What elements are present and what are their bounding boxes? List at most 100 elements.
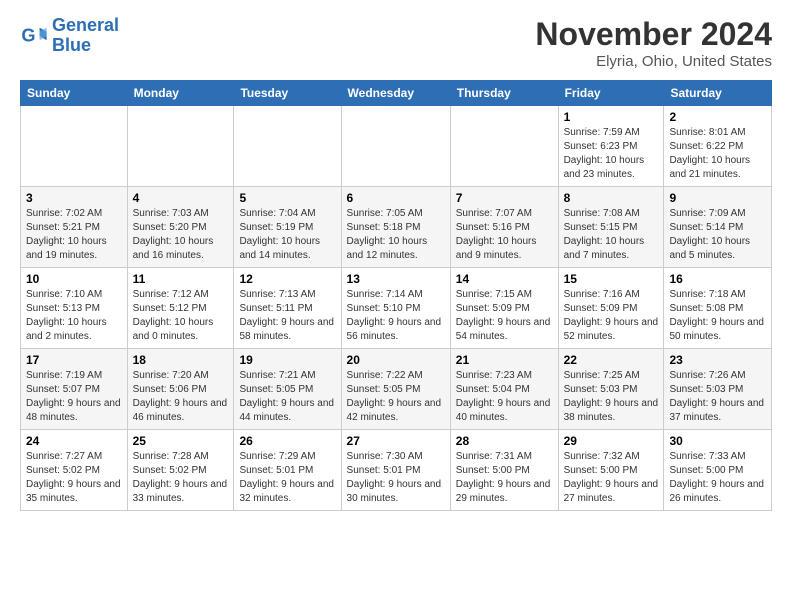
calendar-cell: 11 Sunrise: 7:12 AM Sunset: 5:12 PM Dayli… bbox=[127, 268, 234, 349]
header-monday: Monday bbox=[127, 81, 234, 106]
day-info: Sunrise: 7:10 AM Sunset: 5:13 PM Dayligh… bbox=[26, 288, 122, 344]
day-number: 3 bbox=[26, 191, 122, 205]
calendar-cell: 23 Sunrise: 7:26 AM Sunset: 5:03 PM Dayli… bbox=[664, 349, 772, 430]
day-info: Sunrise: 7:19 AM Sunset: 5:07 PM Dayligh… bbox=[26, 369, 122, 425]
page: G General Blue November 2024 Elyria, Ohi… bbox=[0, 0, 792, 612]
day-info: Sunrise: 7:12 AM Sunset: 5:12 PM Dayligh… bbox=[133, 288, 229, 344]
day-number: 10 bbox=[26, 272, 122, 286]
day-number: 11 bbox=[133, 272, 229, 286]
day-number: 2 bbox=[669, 110, 766, 124]
day-number: 15 bbox=[564, 272, 659, 286]
day-info: Sunrise: 7:04 AM Sunset: 5:19 PM Dayligh… bbox=[239, 207, 335, 263]
calendar-week-2: 10 Sunrise: 7:10 AM Sunset: 5:13 PM Dayli… bbox=[21, 268, 772, 349]
day-number: 9 bbox=[669, 191, 766, 205]
day-info: Sunrise: 7:33 AM Sunset: 5:00 PM Dayligh… bbox=[669, 450, 766, 506]
calendar-cell: 27Sunrise: 7:30 AM Sunset: 5:01 PM Dayli… bbox=[341, 430, 450, 511]
calendar-table: Sunday Monday Tuesday Wednesday Thursday… bbox=[20, 80, 772, 511]
header: G General Blue November 2024 Elyria, Ohi… bbox=[20, 16, 772, 70]
day-number: 20 bbox=[347, 353, 445, 367]
calendar-week-4: 24 Sunrise: 7:27 AM Sunset: 5:02 PM Dayli… bbox=[21, 430, 772, 511]
title-block: November 2024 Elyria, Ohio, United State… bbox=[535, 16, 772, 70]
calendar-cell: 6 Sunrise: 7:05 AM Sunset: 5:18 PM Daylig… bbox=[341, 187, 450, 268]
header-thursday: Thursday bbox=[450, 81, 558, 106]
calendar-cell: 15Sunrise: 7:16 AM Sunset: 5:09 PM Dayli… bbox=[558, 268, 664, 349]
month-title: November 2024 bbox=[535, 16, 772, 53]
calendar-cell: 19 Sunrise: 7:21 AM Sunset: 5:05 PM Dayli… bbox=[234, 349, 341, 430]
logo: G General Blue bbox=[20, 16, 119, 56]
calendar-cell bbox=[450, 106, 558, 187]
day-info: Sunrise: 7:26 AM Sunset: 5:03 PM Dayligh… bbox=[669, 369, 766, 425]
calendar-cell bbox=[341, 106, 450, 187]
calendar-cell: 24 Sunrise: 7:27 AM Sunset: 5:02 PM Dayli… bbox=[21, 430, 128, 511]
day-info: Sunrise: 7:27 AM Sunset: 5:02 PM Dayligh… bbox=[26, 450, 122, 506]
day-info: Sunrise: 7:03 AM Sunset: 5:20 PM Dayligh… bbox=[133, 207, 229, 263]
calendar-cell: 7 Sunrise: 7:07 AM Sunset: 5:16 PM Daylig… bbox=[450, 187, 558, 268]
logo-icon: G bbox=[20, 22, 48, 50]
calendar-cell: 8 Sunrise: 7:08 AM Sunset: 5:15 PM Daylig… bbox=[558, 187, 664, 268]
day-number: 16 bbox=[669, 272, 766, 286]
day-info: Sunrise: 7:07 AM Sunset: 5:16 PM Dayligh… bbox=[456, 207, 553, 263]
calendar-cell: 13 Sunrise: 7:14 AM Sunset: 5:10 PM Dayli… bbox=[341, 268, 450, 349]
day-info: Sunrise: 7:08 AM Sunset: 5:15 PM Dayligh… bbox=[564, 207, 659, 263]
day-number: 18 bbox=[133, 353, 229, 367]
day-number: 13 bbox=[347, 272, 445, 286]
day-info: Sunrise: 7:20 AM Sunset: 5:06 PM Dayligh… bbox=[133, 369, 229, 425]
day-number: 19 bbox=[239, 353, 335, 367]
calendar-cell: 1 Sunrise: 7:59 AM Sunset: 6:23 PM Daylig… bbox=[558, 106, 664, 187]
day-number: 7 bbox=[456, 191, 553, 205]
day-info: Sunrise: 7:14 AM Sunset: 5:10 PM Dayligh… bbox=[347, 288, 445, 344]
day-info: Sunrise: 7:13 AM Sunset: 5:11 PM Dayligh… bbox=[239, 288, 335, 344]
day-info: Sunrise: 7:22 AM Sunset: 5:05 PM Dayligh… bbox=[347, 369, 445, 425]
calendar-cell: 14Sunrise: 7:15 AM Sunset: 5:09 PM Dayli… bbox=[450, 268, 558, 349]
logo-text: General Blue bbox=[52, 16, 119, 56]
day-number: 17 bbox=[26, 353, 122, 367]
calendar-cell: 17 Sunrise: 7:19 AM Sunset: 5:07 PM Dayli… bbox=[21, 349, 128, 430]
calendar-cell: 2 Sunrise: 8:01 AM Sunset: 6:22 PM Daylig… bbox=[664, 106, 772, 187]
day-info: Sunrise: 7:21 AM Sunset: 5:05 PM Dayligh… bbox=[239, 369, 335, 425]
day-info: Sunrise: 7:09 AM Sunset: 5:14 PM Dayligh… bbox=[669, 207, 766, 263]
calendar-cell: 29 Sunrise: 7:32 AM Sunset: 5:00 PM Dayli… bbox=[558, 430, 664, 511]
location: Elyria, Ohio, United States bbox=[535, 53, 772, 70]
day-info: Sunrise: 7:15 AM Sunset: 5:09 PM Dayligh… bbox=[456, 288, 553, 344]
calendar-cell: 30 Sunrise: 7:33 AM Sunset: 5:00 PM Dayli… bbox=[664, 430, 772, 511]
header-friday: Friday bbox=[558, 81, 664, 106]
day-number: 30 bbox=[669, 434, 766, 448]
calendar-cell: 18 Sunrise: 7:20 AM Sunset: 5:06 PM Dayli… bbox=[127, 349, 234, 430]
day-info: Sunrise: 7:59 AM Sunset: 6:23 PM Dayligh… bbox=[564, 126, 659, 182]
calendar-cell bbox=[234, 106, 341, 187]
calendar-cell: 28Sunrise: 7:31 AM Sunset: 5:00 PM Dayli… bbox=[450, 430, 558, 511]
day-info: Sunrise: 7:23 AM Sunset: 5:04 PM Dayligh… bbox=[456, 369, 553, 425]
day-number: 8 bbox=[564, 191, 659, 205]
day-number: 21 bbox=[456, 353, 553, 367]
day-info: Sunrise: 7:25 AM Sunset: 5:03 PM Dayligh… bbox=[564, 369, 659, 425]
calendar-cell: 3 Sunrise: 7:02 AM Sunset: 5:21 PM Daylig… bbox=[21, 187, 128, 268]
day-number: 24 bbox=[26, 434, 122, 448]
calendar-week-1: 3 Sunrise: 7:02 AM Sunset: 5:21 PM Daylig… bbox=[21, 187, 772, 268]
day-number: 25 bbox=[133, 434, 229, 448]
day-number: 4 bbox=[133, 191, 229, 205]
calendar-cell: 5 Sunrise: 7:04 AM Sunset: 5:19 PM Daylig… bbox=[234, 187, 341, 268]
day-number: 5 bbox=[239, 191, 335, 205]
calendar-cell: 12 Sunrise: 7:13 AM Sunset: 5:11 PM Dayli… bbox=[234, 268, 341, 349]
day-number: 1 bbox=[564, 110, 659, 124]
day-number: 23 bbox=[669, 353, 766, 367]
day-number: 27 bbox=[347, 434, 445, 448]
day-info: Sunrise: 7:05 AM Sunset: 5:18 PM Dayligh… bbox=[347, 207, 445, 263]
day-number: 29 bbox=[564, 434, 659, 448]
day-info: Sunrise: 8:01 AM Sunset: 6:22 PM Dayligh… bbox=[669, 126, 766, 182]
day-info: Sunrise: 7:18 AM Sunset: 5:08 PM Dayligh… bbox=[669, 288, 766, 344]
calendar-week-0: 1 Sunrise: 7:59 AM Sunset: 6:23 PM Daylig… bbox=[21, 106, 772, 187]
calendar-cell bbox=[21, 106, 128, 187]
day-info: Sunrise: 7:32 AM Sunset: 5:00 PM Dayligh… bbox=[564, 450, 659, 506]
header-sunday: Sunday bbox=[21, 81, 128, 106]
day-number: 12 bbox=[239, 272, 335, 286]
svg-text:G: G bbox=[21, 25, 35, 45]
calendar-header-row: Sunday Monday Tuesday Wednesday Thursday… bbox=[21, 81, 772, 106]
day-info: Sunrise: 7:02 AM Sunset: 5:21 PM Dayligh… bbox=[26, 207, 122, 263]
calendar-cell: 20 Sunrise: 7:22 AM Sunset: 5:05 PM Dayli… bbox=[341, 349, 450, 430]
day-number: 6 bbox=[347, 191, 445, 205]
calendar-cell: 26Sunrise: 7:29 AM Sunset: 5:01 PM Dayli… bbox=[234, 430, 341, 511]
calendar-cell: 25Sunrise: 7:28 AM Sunset: 5:02 PM Dayli… bbox=[127, 430, 234, 511]
calendar-cell: 16 Sunrise: 7:18 AM Sunset: 5:08 PM Dayli… bbox=[664, 268, 772, 349]
day-number: 22 bbox=[564, 353, 659, 367]
